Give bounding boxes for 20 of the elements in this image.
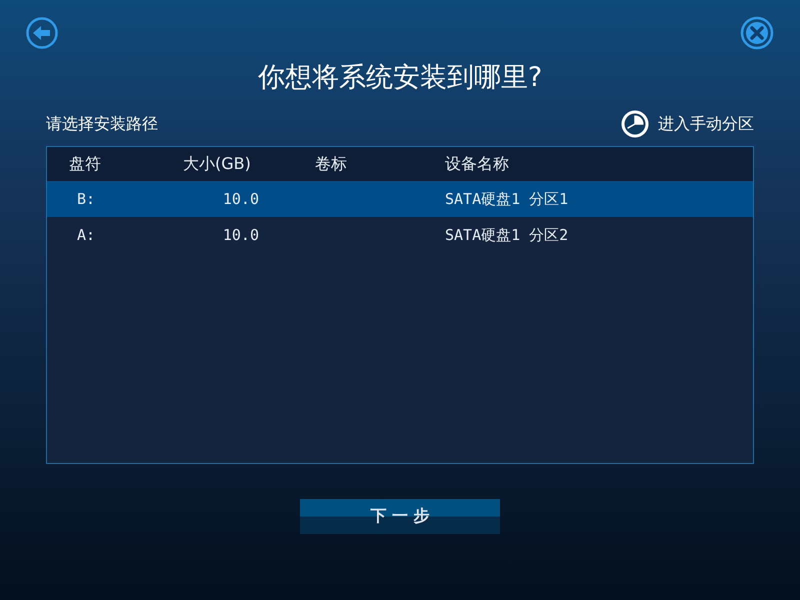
close-button[interactable] xyxy=(740,16,774,50)
column-header: 卷标 xyxy=(314,154,348,174)
partition-row[interactable]: A: 10.0 SATA硬盘1 分区2 xyxy=(47,217,753,253)
table-cell-text: B: xyxy=(76,190,96,208)
column-header: 设备名称 xyxy=(444,154,510,174)
partition-row[interactable]: B: 10.0 SATA硬盘1 分区1 xyxy=(47,181,753,217)
table-cell-text: SATA硬盘1 分区1 xyxy=(444,190,570,208)
back-button[interactable] xyxy=(26,17,58,49)
instruction-text: 请选择安装路径 xyxy=(46,114,158,134)
close-icon xyxy=(740,16,774,50)
table-cell-text: 10.0 xyxy=(222,226,259,244)
table-cell-text: A: xyxy=(76,226,96,244)
manual-partition-link[interactable]: 进入手动分区 xyxy=(658,114,754,134)
column-header: 大小(GB) xyxy=(182,154,252,174)
table-cell-text: SATA硬盘1 分区2 xyxy=(444,226,570,244)
next-button[interactable]: 下 一 步 xyxy=(300,499,500,534)
table-cell-text: 10.0 xyxy=(222,190,259,208)
pie-chart-icon xyxy=(620,109,650,139)
page-title: 你想将系统安装到哪里? xyxy=(256,61,544,95)
column-header: 盘符 xyxy=(68,154,102,174)
